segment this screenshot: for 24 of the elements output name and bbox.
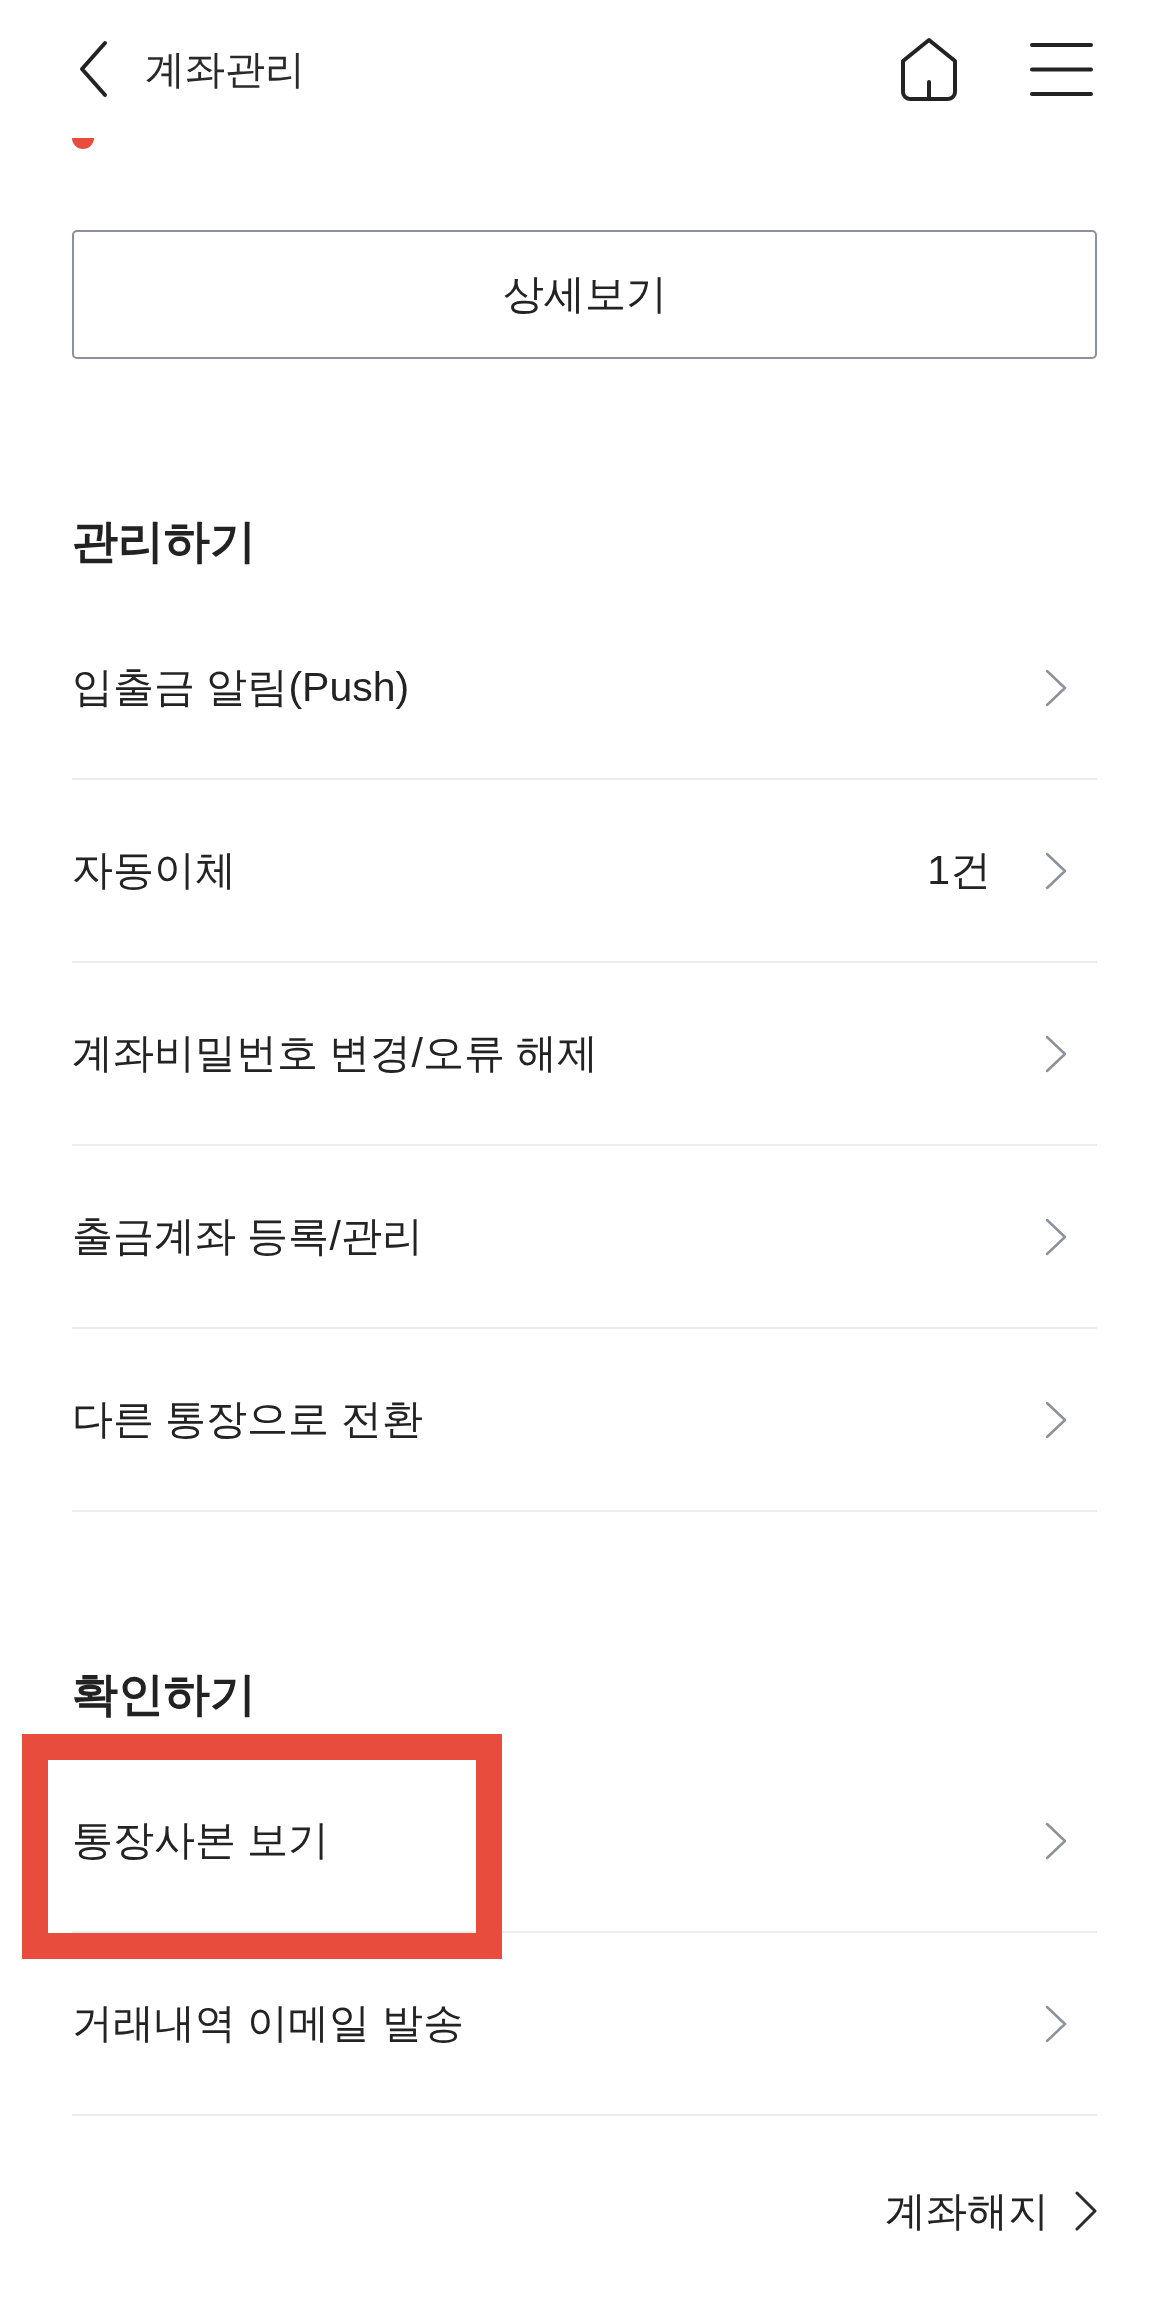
menu-item[interactable]: 출금계좌 등록/관리 [72, 1146, 1097, 1329]
menu-icon[interactable] [1030, 41, 1093, 97]
menu-item[interactable]: 다른 통장으로 전환 [72, 1329, 1097, 1512]
chevron-right-icon [1045, 1034, 1067, 1073]
menu-item[interactable]: 통장사본 보기 [72, 1750, 1097, 1933]
section-title: 확인하기 [72, 1667, 257, 1722]
home-icon[interactable] [899, 36, 959, 102]
close-account-link[interactable]: 계좌해지 [885, 2181, 1097, 2241]
menu-item[interactable]: 자동이체 1건 [72, 780, 1097, 963]
chevron-right-icon [1075, 2191, 1097, 2231]
chevron-right-icon [1045, 668, 1067, 707]
chevron-right-icon [1045, 2004, 1067, 2043]
chevron-right-icon [1045, 1217, 1067, 1256]
count-text: 1건 [927, 845, 991, 895]
detail-button[interactable]: 상세보기 [72, 230, 1097, 359]
back-icon[interactable] [78, 40, 108, 98]
chevron-right-icon [1045, 1400, 1067, 1439]
chevron-right-icon [1045, 1821, 1067, 1860]
menu-item[interactable]: 계좌비밀번호 변경/오류 해제 [72, 963, 1097, 1146]
menu-item[interactable]: 입출금 알림(Push) [72, 597, 1097, 780]
section-title: 관리하기 [72, 514, 257, 569]
menu-item[interactable]: 거래내역 이메일 발송 [72, 1933, 1097, 2116]
page-title: 계좌관리 [145, 46, 305, 93]
chevron-right-icon [1045, 851, 1067, 890]
